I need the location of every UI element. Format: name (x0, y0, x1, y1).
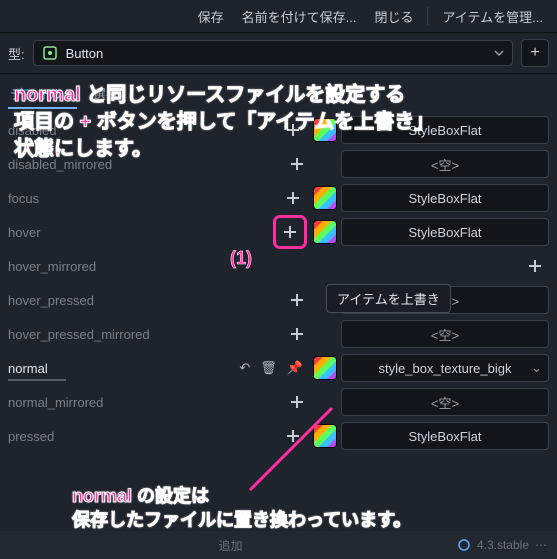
add-label[interactable]: 追加 (218, 537, 242, 554)
resource-value[interactable]: StyleBoxFlat (341, 218, 549, 246)
plus-icon (527, 258, 543, 274)
stylebox-row-disabled: disabled StyleBoxFlat (8, 113, 549, 147)
resource-swatch[interactable] (313, 356, 337, 380)
resource-swatch[interactable] (313, 186, 337, 210)
property-name: normal (8, 361, 239, 376)
stylebox-row-normal: normal↶ 🗑 📌 style_box_texture_bigk⌄ (8, 351, 549, 385)
stylebox-row-disabled_mirrored: disabled_mirrored <空> (8, 147, 549, 181)
stylebox-list: disabled StyleBoxFlat disabled_mirrored <空>… (0, 113, 557, 461)
stylebox-row-hover_pressed: hover_pressed<空> (8, 283, 549, 317)
stylebox-row-pressed: pressed StyleBoxFlat (8, 419, 549, 453)
annotation-text-2: normal の設定は 保存したファイルに置き換わっています。 (72, 484, 411, 533)
stylebox-row-hover_pressed_mirrored: hover_pressed_mirrored <空> (8, 317, 549, 351)
save-button[interactable]: 保存 (192, 3, 230, 30)
add-override-button[interactable] (279, 184, 307, 212)
type-value: Button (66, 46, 486, 61)
plus-icon (285, 190, 301, 206)
save-as-button[interactable]: 名前を付けて保存... (236, 3, 363, 30)
resource-value[interactable]: StyleBoxFlat (341, 116, 549, 144)
resource-swatch[interactable] (313, 118, 337, 142)
tab-select[interactable]: 選択 (91, 80, 121, 109)
add-override-button[interactable] (279, 422, 307, 450)
stylebox-row-hover_mirrored: hover_mirrored (8, 249, 549, 283)
resource-value[interactable]: <空> (341, 150, 549, 178)
chevron-down-icon (494, 48, 504, 58)
property-name: hover_pressed (8, 293, 283, 308)
stylebox-row-focus: focus StyleBoxFlat (8, 181, 549, 215)
property-name: focus (8, 191, 279, 206)
plus-icon (289, 156, 305, 172)
resource-swatch[interactable] (313, 424, 337, 448)
property-name: pressed (8, 429, 279, 444)
engine-icon (457, 538, 471, 552)
add-override-button[interactable] (521, 252, 549, 280)
resource-value[interactable]: <空> (341, 320, 549, 348)
resource-swatch[interactable] (313, 220, 337, 244)
property-name: hover (8, 225, 273, 240)
stylebox-row-normal_mirrored: normal_mirrored <空> (8, 385, 549, 419)
separator (427, 7, 428, 25)
property-name: disabled (8, 123, 279, 138)
annotation-line: 保存したファイルに置き換わっています。 (72, 508, 411, 532)
type-label: 型: (8, 44, 25, 63)
tab-default[interactable]: デフォルト (8, 80, 77, 109)
close-button[interactable]: 閉じる (368, 3, 419, 30)
top-toolbar: 保存 名前を付けて保存... 閉じる アイテムを管理... (0, 0, 557, 33)
property-name: normal_mirrored (8, 395, 283, 410)
node-icon (42, 45, 58, 61)
override-tooltip: アイテムを上書き (326, 284, 451, 313)
add-override-button[interactable] (283, 286, 311, 314)
resource-value[interactable]: <空> (341, 388, 549, 416)
version-label: 4.3.stable (477, 538, 529, 552)
property-name: hover_pressed_mirrored (8, 327, 283, 342)
property-name: hover_mirrored (8, 259, 521, 274)
more-icon[interactable]: ⋯ (535, 538, 547, 552)
tab-bar: デフォルト 選択 (0, 74, 557, 109)
annotation-marker-1: (1) (230, 248, 252, 269)
plus-icon (289, 326, 305, 342)
type-row: 型: Button + (0, 33, 557, 74)
property-name: disabled_mirrored (8, 157, 283, 172)
add-type-button[interactable]: + (521, 39, 549, 67)
add-override-button[interactable] (283, 150, 311, 178)
annotation-line: normal の設定は (72, 484, 411, 508)
plus-icon (282, 224, 298, 240)
status-bar: 追加 4.3.stable ⋯ (0, 531, 557, 559)
manage-items-button[interactable]: アイテムを管理... (436, 3, 549, 30)
plus-icon (289, 394, 305, 410)
resource-value[interactable]: StyleBoxFlat (341, 422, 549, 450)
property-underline (8, 379, 66, 381)
row-toolbar: ↶ 🗑 📌 (239, 360, 303, 376)
plus-icon (289, 292, 305, 308)
resource-value[interactable]: StyleBoxFlat (341, 184, 549, 212)
add-override-button[interactable] (283, 388, 311, 416)
plus-icon (285, 122, 301, 138)
resource-value[interactable]: style_box_texture_bigk⌄ (341, 354, 549, 382)
add-override-button[interactable] (283, 320, 311, 348)
delete-icon[interactable]: 🗑 (260, 360, 277, 376)
type-dropdown[interactable]: Button (33, 40, 513, 66)
stylebox-row-hover: hover StyleBoxFlat (8, 215, 549, 249)
add-override-button[interactable] (279, 116, 307, 144)
reset-icon[interactable]: ↶ (239, 360, 250, 376)
plus-icon (285, 428, 301, 444)
add-override-button[interactable] (273, 215, 307, 249)
pin-icon[interactable]: 📌 (287, 360, 303, 376)
